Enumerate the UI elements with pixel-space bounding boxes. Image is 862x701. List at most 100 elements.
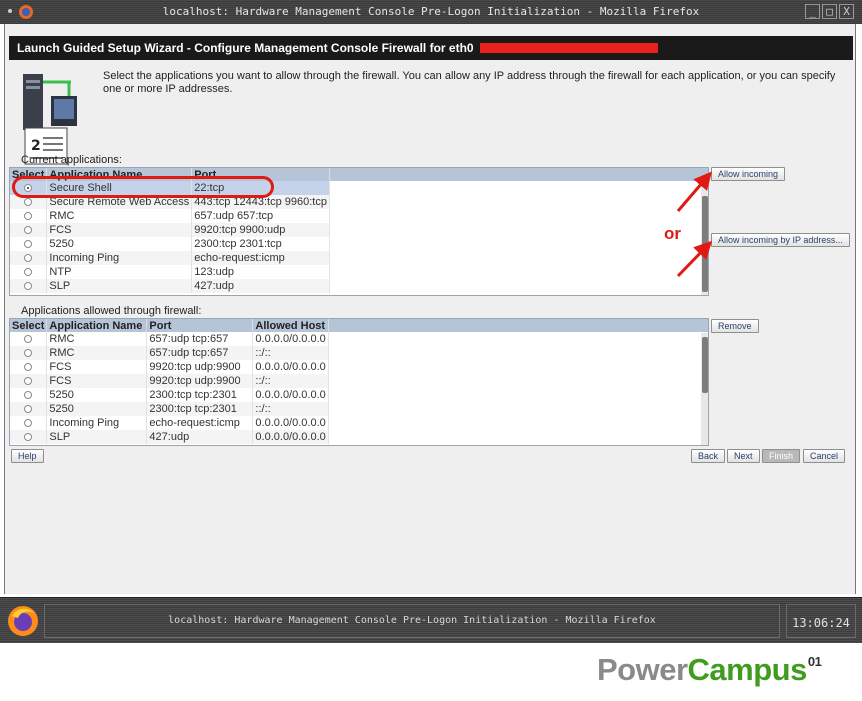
application-name: RMC xyxy=(46,346,148,360)
allow-incoming-button[interactable]: Allow incoming xyxy=(711,167,786,181)
maximize-button[interactable]: □ xyxy=(822,4,837,19)
brand-part2: Campus xyxy=(687,652,808,687)
application-name: FCS xyxy=(46,223,193,237)
row-radio[interactable] xyxy=(24,377,33,386)
brand-part3: 01 xyxy=(807,654,822,669)
allowed-host: ::/:: xyxy=(252,374,329,388)
application-name: RMC xyxy=(46,209,193,223)
row-radio[interactable] xyxy=(24,363,33,372)
next-button[interactable]: Next xyxy=(727,449,760,463)
row-radio[interactable] xyxy=(24,212,33,221)
col-port: Port xyxy=(146,319,254,332)
table-row[interactable]: RMC 657:udp 657:tcp xyxy=(10,209,330,223)
wizard-frame: Launch Guided Setup Wizard - Configure M… xyxy=(4,24,856,594)
allowed-host: 0.0.0.0/0.0.0.0 xyxy=(252,430,329,444)
row-radio[interactable] xyxy=(24,419,33,428)
current-applications-label: Current applications: xyxy=(21,154,122,166)
allowed-applications-table: Select Application Name Port Allowed Hos… xyxy=(9,318,709,446)
port: 9920:tcp udp:9900 xyxy=(146,374,254,388)
table-row[interactable]: SLP 427:udp 0.0.0.0/0.0.0.0 xyxy=(10,430,329,444)
scrollbar-thumb[interactable] xyxy=(702,196,708,292)
row-radio[interactable] xyxy=(24,349,33,358)
table-row[interactable]: FCS 9920:tcp udp:9900 0.0.0.0/0.0.0.0 xyxy=(10,360,329,374)
minimize-button[interactable]: _ xyxy=(805,4,820,19)
port: echo-request:icmp xyxy=(146,416,254,430)
table-row[interactable]: Incoming Ping echo-request:icmp xyxy=(10,251,330,265)
table-row[interactable]: NTP 123:udp xyxy=(10,265,330,279)
wizard-banner: Launch Guided Setup Wizard - Configure M… xyxy=(9,36,853,60)
table-row[interactable]: RMC 657:udp tcp:657 0.0.0.0/0.0.0.0 xyxy=(10,332,329,346)
application-name: Incoming Ping xyxy=(46,251,193,265)
scrollbar-thumb[interactable] xyxy=(702,337,708,393)
port: 657:udp tcp:657 xyxy=(146,332,254,346)
col-select: Select xyxy=(10,319,48,332)
table-row[interactable]: SLP 427:udp xyxy=(10,279,330,293)
finish-button: Finish xyxy=(762,449,801,463)
application-name: SLP xyxy=(46,430,148,444)
application-name: NTP xyxy=(46,265,193,279)
cancel-button[interactable]: Cancel xyxy=(803,449,846,463)
window-titlebar: localhost: Hardware Management Console P… xyxy=(0,0,862,24)
table-row[interactable]: FCS 9920:tcp 9900:udp xyxy=(10,223,330,237)
allowed-host: 0.0.0.0/0.0.0.0 xyxy=(252,332,329,346)
allowed-host: 0.0.0.0/0.0.0.0 xyxy=(252,388,329,402)
row-radio[interactable] xyxy=(24,335,33,344)
row-radio[interactable] xyxy=(24,405,33,414)
allow-incoming-by-ip-button[interactable]: Allow incoming by IP address... xyxy=(711,233,850,247)
current-table-scrollbar[interactable] xyxy=(701,182,708,295)
row-radio[interactable] xyxy=(24,268,33,277)
window-title: localhost: Hardware Management Console P… xyxy=(162,5,700,18)
application-name: FCS xyxy=(46,360,148,374)
application-name: SLP xyxy=(46,279,193,293)
application-name: RMC xyxy=(46,332,148,346)
port: 427:udp xyxy=(191,279,330,293)
application-name: 5250 xyxy=(46,237,193,251)
taskbar: localhost: Hardware Management Console P… xyxy=(0,597,862,643)
brand-logo: PowerCampus01 xyxy=(597,652,822,688)
col-allowed-host: Allowed Host xyxy=(252,319,329,332)
help-button[interactable]: Help xyxy=(11,449,44,463)
back-button[interactable]: Back xyxy=(691,449,726,463)
redaction-bar xyxy=(479,43,658,53)
close-button[interactable]: X xyxy=(839,4,854,19)
port: echo-request:icmp xyxy=(191,251,330,265)
allowed-host: ::/:: xyxy=(252,402,329,416)
port: 2300:tcp 2301:tcp xyxy=(191,237,330,251)
table-row[interactable]: Incoming Ping echo-request:icmp 0.0.0.0/… xyxy=(10,416,329,430)
port: 123:udp xyxy=(191,265,330,279)
port: 2300:tcp tcp:2301 xyxy=(146,402,254,416)
clock: 13:06:24 xyxy=(786,604,856,638)
application-name: 5250 xyxy=(46,402,148,416)
remove-button[interactable]: Remove xyxy=(711,319,759,333)
svg-text:2: 2 xyxy=(31,138,41,154)
table-row[interactable]: RMC 657:udp tcp:657 ::/:: xyxy=(10,346,329,360)
port: 2300:tcp tcp:2301 xyxy=(146,388,254,402)
port: 9920:tcp 9900:udp xyxy=(191,223,330,237)
taskbar-window-button[interactable]: localhost: Hardware Management Console P… xyxy=(44,604,780,638)
row-radio[interactable] xyxy=(24,254,33,263)
table-row[interactable]: 5250 2300:tcp tcp:2301 ::/:: xyxy=(10,402,329,416)
table-row[interactable]: 5250 2300:tcp tcp:2301 0.0.0.0/0.0.0.0 xyxy=(10,388,329,402)
firefox-icon[interactable] xyxy=(6,604,40,638)
port: 9920:tcp udp:9900 xyxy=(146,360,254,374)
allowed-host: 0.0.0.0/0.0.0.0 xyxy=(252,360,329,374)
annotation-or: or xyxy=(664,224,681,243)
table-row[interactable]: FCS 9920:tcp udp:9900 ::/:: xyxy=(10,374,329,388)
brand-part1: Power xyxy=(597,652,688,687)
table-row[interactable]: 5250 2300:tcp 2301:tcp xyxy=(10,237,330,251)
application-name: 5250 xyxy=(46,388,148,402)
row-radio[interactable] xyxy=(24,433,33,442)
wizard-title: Launch Guided Setup Wizard - Configure M… xyxy=(17,41,474,55)
row-radio[interactable] xyxy=(24,226,33,235)
row-radio[interactable] xyxy=(24,240,33,249)
port: 657:udp tcp:657 xyxy=(146,346,254,360)
row-radio[interactable] xyxy=(24,282,33,291)
row-radio[interactable] xyxy=(24,391,33,400)
allowed-host: 0.0.0.0/0.0.0.0 xyxy=(252,416,329,430)
port: 657:udp 657:tcp xyxy=(191,209,330,223)
row-radio[interactable] xyxy=(24,198,33,207)
highlight-circle xyxy=(12,176,274,198)
port: 427:udp xyxy=(146,430,254,444)
allowed-applications-label: Applications allowed through firewall: xyxy=(21,305,202,317)
allowed-table-scrollbar[interactable] xyxy=(701,333,708,445)
